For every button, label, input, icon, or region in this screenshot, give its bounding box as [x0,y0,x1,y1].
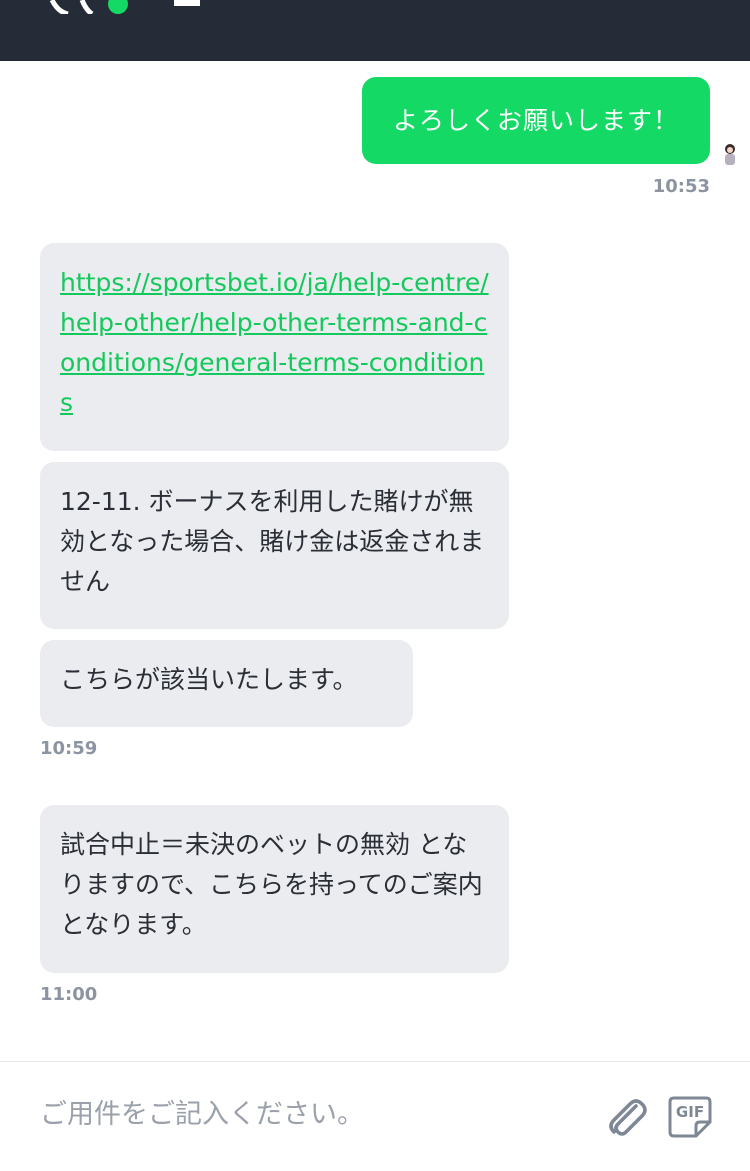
sportsbet-logo-icon [49,0,200,14]
composer-divider [0,1061,750,1062]
message-bubble-agent: 試合中止＝未決のベットの無効 となりますので、こちらを持ってのご案内となります。 [40,805,509,973]
gif-icon[interactable]: GIF [668,1096,712,1138]
terms-link[interactable]: https://sportsbet.io/ja/help-centre/help… [60,268,489,417]
chat-header [0,0,750,61]
message-bubble-agent: こちらが該当いたします。 [40,640,413,727]
message-input[interactable] [40,1090,580,1138]
message-bubble-agent: https://sportsbet.io/ja/help-centre/help… [40,243,509,451]
user-avatar-icon [725,144,735,165]
message-timestamp: 11:00 [40,984,98,1005]
paperclip-icon[interactable] [602,1094,650,1142]
svg-text:GIF: GIF [676,1103,704,1121]
message-timestamp: 10:53 [652,176,710,197]
message-bubble-user: よろしくお願いします！ [362,77,710,164]
message-timestamp: 10:59 [40,738,98,759]
message-bubble-agent: 12-11. ボーナスを利用した賭けが無効となった場合、賭け金は返金されません [40,462,509,629]
